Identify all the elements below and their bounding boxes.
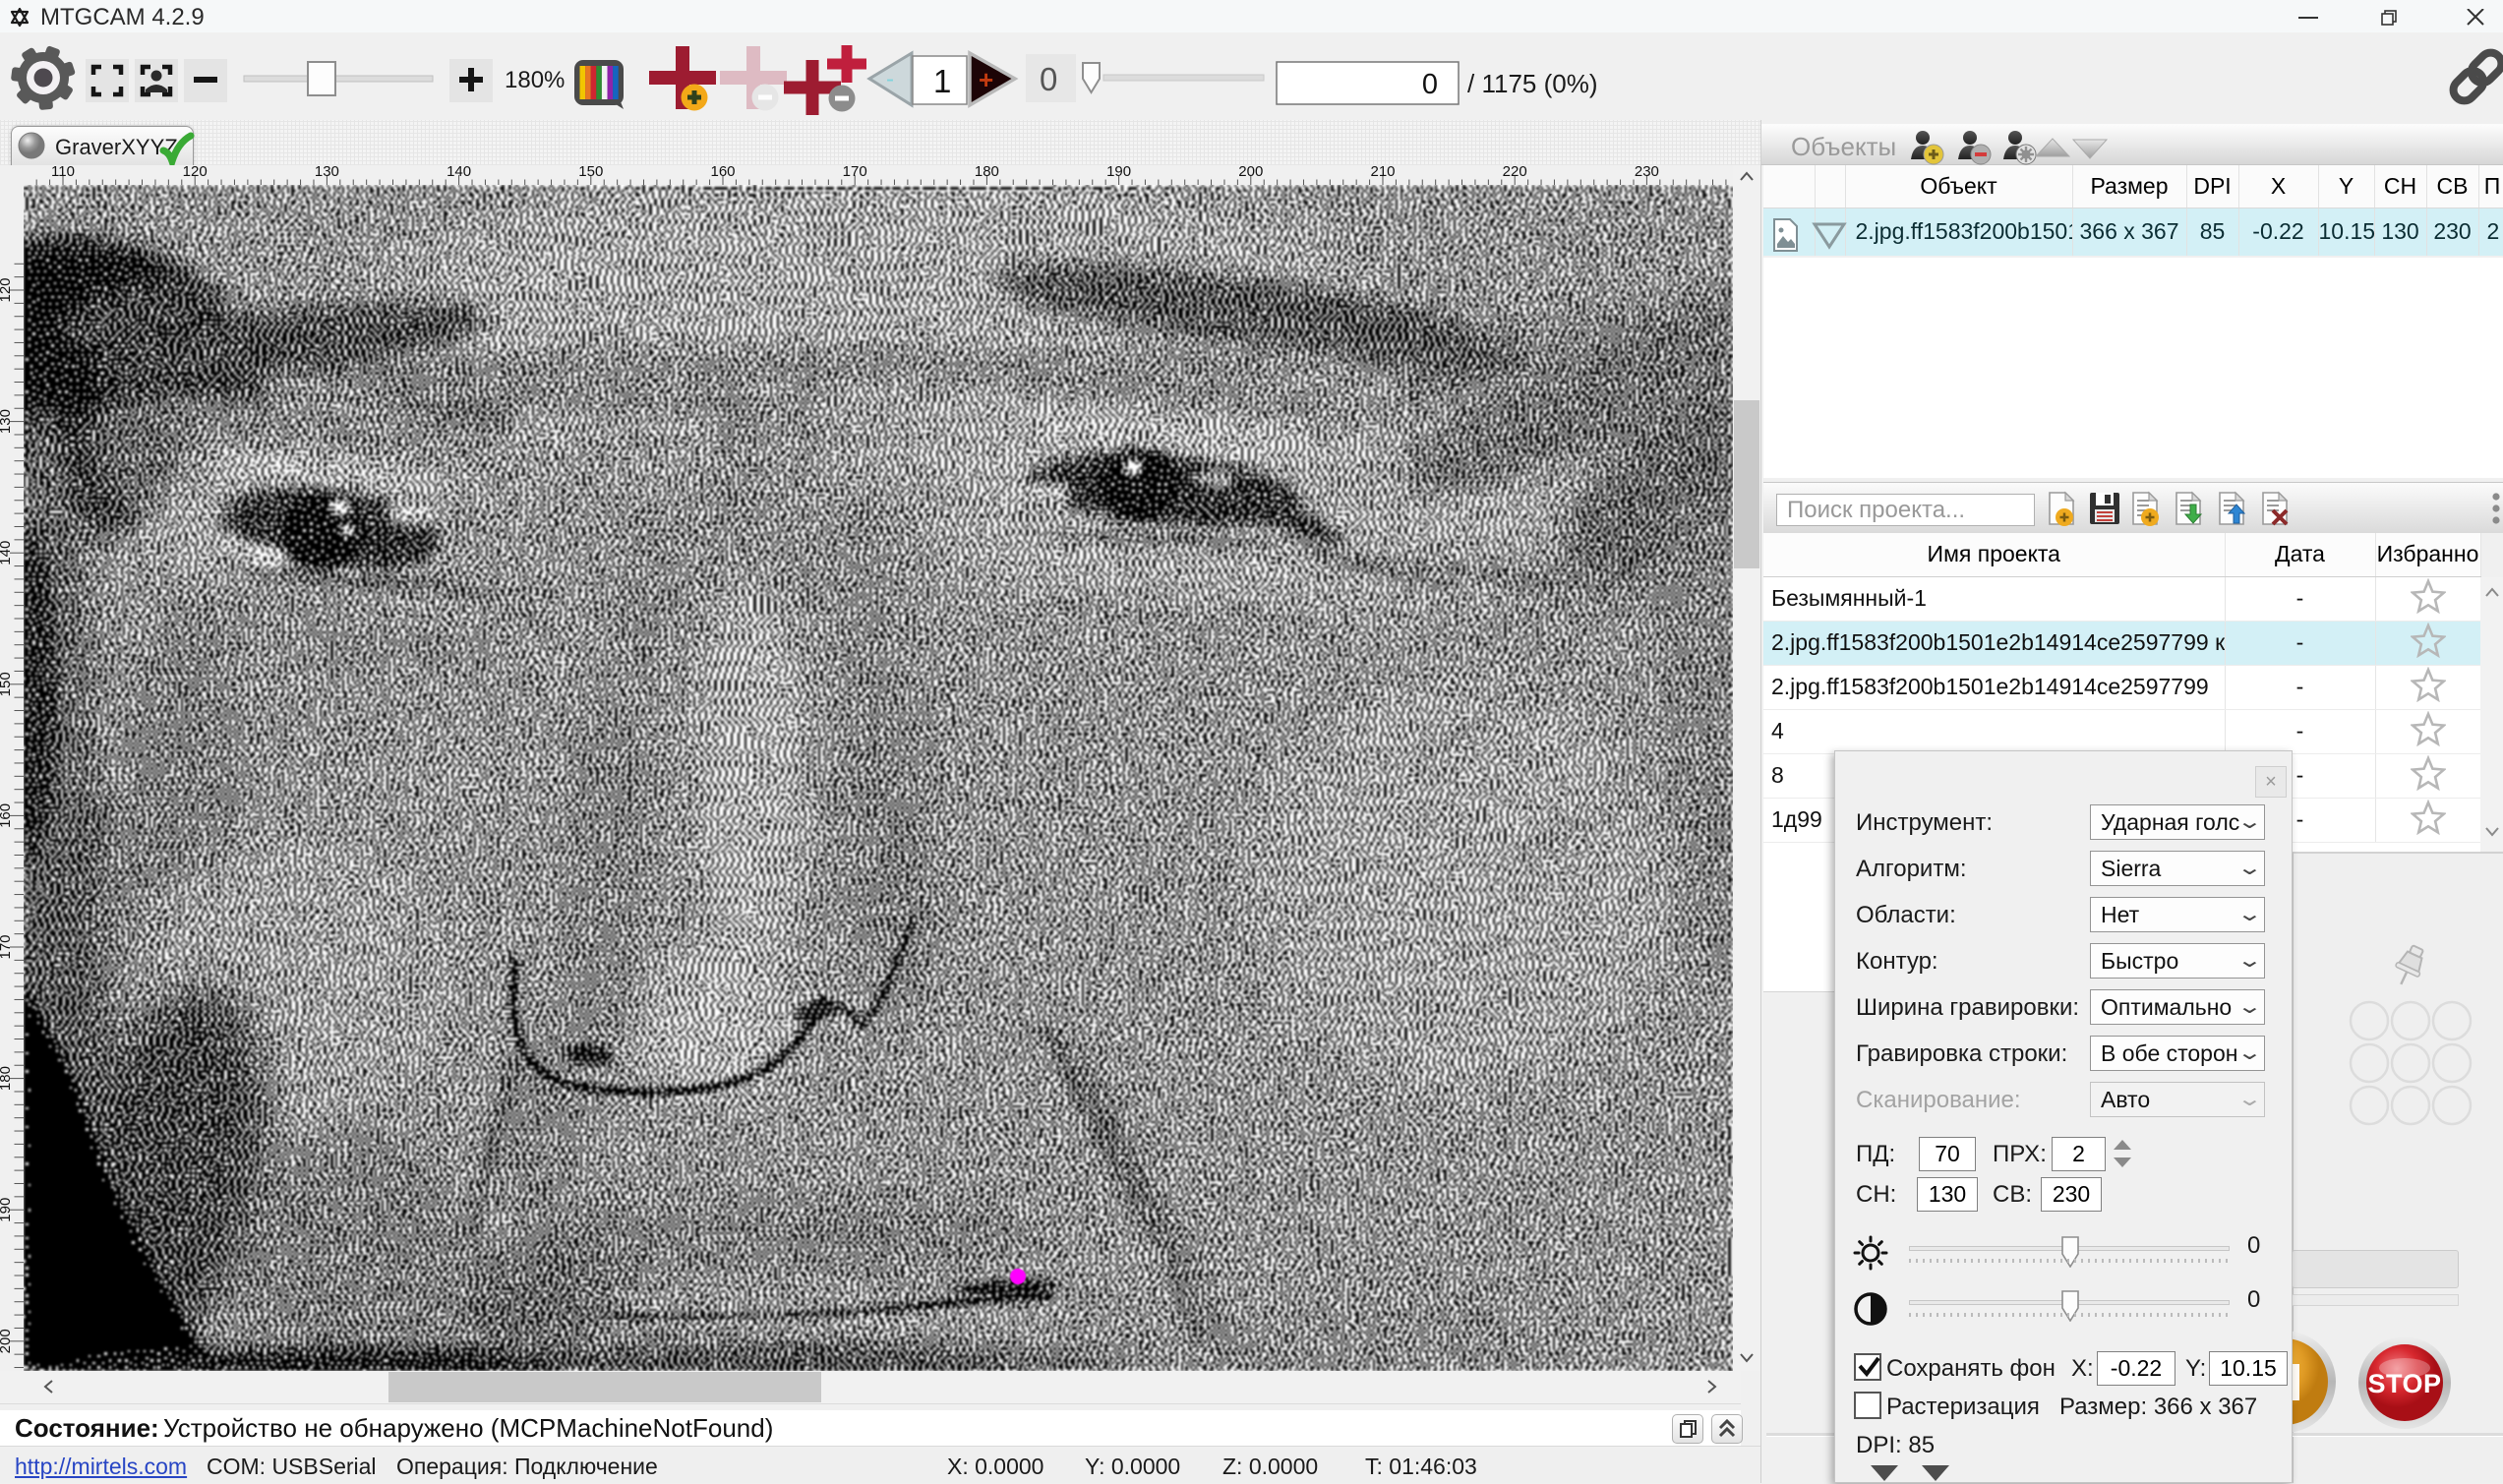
svg-text:230: 230 xyxy=(1635,165,1659,180)
svg-text:0: 0 xyxy=(1040,61,1057,97)
svg-text:140: 140 xyxy=(447,165,471,180)
svg-text:200: 200 xyxy=(1238,165,1263,180)
svg-text:200: 200 xyxy=(0,1329,14,1353)
svg-text:130: 130 xyxy=(315,165,339,180)
svg-text:1: 1 xyxy=(933,63,951,99)
svg-text:170: 170 xyxy=(0,934,14,959)
svg-text:150: 150 xyxy=(0,672,14,696)
svg-text:+: + xyxy=(979,65,993,94)
svg-text:160: 160 xyxy=(710,165,735,180)
svg-text:190: 190 xyxy=(0,1198,14,1222)
svg-text:0: 0 xyxy=(1422,69,1438,100)
svg-text:110: 110 xyxy=(51,165,75,180)
svg-text:180%: 180% xyxy=(505,67,565,93)
svg-text:170: 170 xyxy=(843,165,867,180)
svg-text:120: 120 xyxy=(0,277,14,302)
svg-text:STOP: STOP xyxy=(2367,1369,2441,1398)
svg-text:120: 120 xyxy=(183,165,208,180)
svg-text:180: 180 xyxy=(0,1066,14,1091)
svg-text:140: 140 xyxy=(0,541,14,565)
svg-text:130: 130 xyxy=(0,409,14,434)
svg-text:210: 210 xyxy=(1370,165,1395,180)
svg-text:190: 190 xyxy=(1106,165,1131,180)
svg-text:160: 160 xyxy=(0,803,14,828)
svg-text:220: 220 xyxy=(1503,165,1527,180)
svg-text:-: - xyxy=(886,66,894,92)
svg-text:/ 1175 (0%): / 1175 (0%) xyxy=(1467,69,1597,98)
svg-text:180: 180 xyxy=(975,165,999,180)
svg-text:150: 150 xyxy=(578,165,603,180)
